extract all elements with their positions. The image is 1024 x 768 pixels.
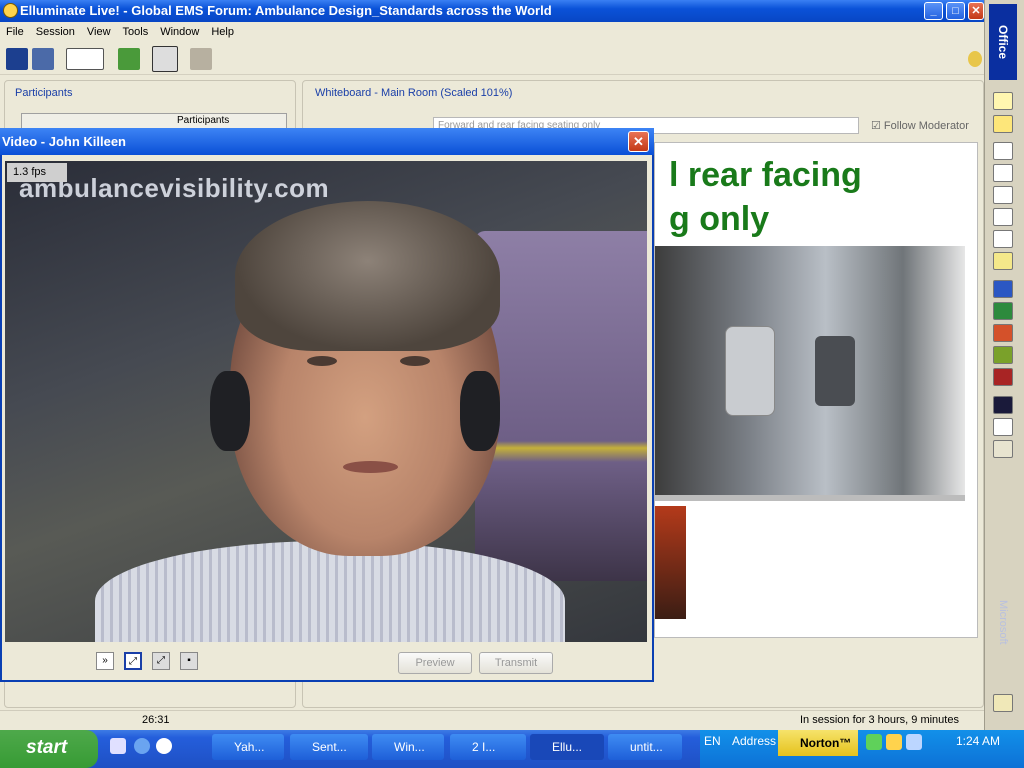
whiteboard-slide[interactable]: l rear facing g only xyxy=(654,142,978,638)
follow-moderator-label: Follow Moderator xyxy=(883,120,969,132)
preview-button[interactable]: Preview xyxy=(398,652,472,674)
headset-left-icon xyxy=(210,371,250,451)
fps-badge: 1.3 fps xyxy=(7,163,67,182)
bottom-calendar-icon[interactable] xyxy=(993,694,1013,712)
minimize-button[interactable]: _ xyxy=(924,2,943,20)
window-icon[interactable] xyxy=(993,418,1013,436)
status-bar: 26:31 In session for 3 hours, 9 minutes xyxy=(0,710,984,730)
print-icon[interactable] xyxy=(32,48,54,70)
norton-label: Norton™ xyxy=(800,736,852,750)
close-window-button[interactable]: ✕ xyxy=(968,2,984,20)
slide-title: l rear facing g only xyxy=(669,153,862,241)
taskbar: start Yah... Sent... Win... 2 I... Ellu.… xyxy=(0,730,1024,768)
menu-session[interactable]: Session xyxy=(30,22,81,42)
task-windows[interactable]: Win... xyxy=(372,734,444,760)
person-hair xyxy=(235,201,500,351)
mail-icon[interactable] xyxy=(993,142,1013,160)
elapsed-time: 26:31 xyxy=(142,714,170,726)
desktop-icon[interactable] xyxy=(993,396,1013,414)
task-yahoo[interactable]: Yah... xyxy=(212,734,284,760)
notes-icon[interactable] xyxy=(190,48,212,70)
save-icon[interactable] xyxy=(6,48,28,70)
menu-tools[interactable]: Tools xyxy=(117,22,155,42)
menu-file[interactable]: File xyxy=(0,22,30,42)
network-tray-icon[interactable] xyxy=(866,734,882,750)
start-button[interactable]: start xyxy=(0,730,98,768)
task-ie-group[interactable]: 2 I... xyxy=(450,734,526,760)
microsoft-label: Microsoft xyxy=(997,600,1009,645)
session-status: In session for 3 hours, 9 minutes xyxy=(800,714,959,726)
collapse-icon[interactable]: » xyxy=(96,652,114,670)
transmit-button[interactable]: Transmit xyxy=(479,652,553,674)
quicklaunch-app-icon[interactable] xyxy=(156,738,172,754)
slide-title-line-2: g only xyxy=(669,200,770,238)
whiteboard-label: Whiteboard - Main Room (Scaled 101%) xyxy=(315,87,513,99)
menu-window[interactable]: Window xyxy=(154,22,205,42)
toolbar xyxy=(0,43,984,75)
address-bar-label[interactable]: Address xyxy=(732,730,776,752)
participants-label: Participants xyxy=(15,87,73,99)
office-shortcut-bar: Office Microsoft xyxy=(984,0,1024,730)
security-tray-icon[interactable] xyxy=(886,734,902,750)
right-eye xyxy=(400,356,430,366)
clock[interactable]: 1:24 AM xyxy=(956,730,1000,752)
task-untitled[interactable]: untit... xyxy=(608,734,682,760)
menu-view[interactable]: View xyxy=(81,22,117,42)
follow-moderator-checkbox[interactable]: ☑ Follow Moderator xyxy=(871,119,969,132)
menu-help[interactable]: Help xyxy=(205,22,240,42)
task-elluminate[interactable]: Ellu... xyxy=(530,734,604,760)
refresh-icon[interactable] xyxy=(118,48,140,70)
system-tray: EN Address Norton™ 1:24 AM xyxy=(700,730,1024,768)
camera-icon[interactable]: ▪ xyxy=(180,652,198,670)
office-label: Office xyxy=(989,4,1017,80)
mouth xyxy=(343,461,398,473)
video-feed: ambulancevisibility.com 1.3 fps xyxy=(5,161,647,642)
video-title-bar[interactable]: Video - John Killeen xyxy=(0,128,654,155)
norton-button[interactable]: Norton™ xyxy=(778,730,858,756)
profile-icon[interactable] xyxy=(152,46,178,72)
quicklaunch-pen-icon[interactable] xyxy=(110,738,126,754)
office-new-doc-icon[interactable] xyxy=(993,92,1013,110)
lightbulb-icon[interactable] xyxy=(968,51,982,67)
participants-toolbar[interactable]: Participants xyxy=(21,113,287,129)
left-eye xyxy=(307,356,337,366)
close-icon[interactable]: ✕ xyxy=(628,131,649,152)
task-icon[interactable] xyxy=(993,186,1013,204)
window-title: Elluminate Live! - Global EMS Forum: Amb… xyxy=(20,3,552,18)
participants-tab-label: Participants xyxy=(177,115,230,126)
publisher-icon[interactable] xyxy=(993,346,1013,364)
maximize-button[interactable]: □ xyxy=(946,2,965,20)
journal-icon[interactable] xyxy=(993,230,1013,248)
calendar-icon[interactable] xyxy=(993,440,1013,458)
menu-bar: File Session View Tools Window Help xyxy=(0,22,984,42)
headset-right-icon xyxy=(460,371,500,451)
quicklaunch-ie-icon[interactable] xyxy=(134,738,150,754)
ambulance-interior-photo xyxy=(655,246,965,501)
layout-dropdown-icon[interactable] xyxy=(66,48,104,70)
title-bar[interactable]: Elluminate Live! - Global EMS Forum: Amb… xyxy=(0,0,984,22)
video-window[interactable]: Video - John Killeen ✕ ambulancevisibili… xyxy=(0,128,654,682)
contact-icon[interactable] xyxy=(993,208,1013,226)
task-sent[interactable]: Sent... xyxy=(290,734,368,760)
app-icon xyxy=(3,3,18,18)
note-icon[interactable] xyxy=(993,252,1013,270)
word-icon[interactable] xyxy=(993,280,1013,298)
excel-icon[interactable] xyxy=(993,302,1013,320)
slide-title-line-1: l rear facing xyxy=(669,156,862,194)
video-controls: » ⤢ ⤢ ▪ Preview Transmit xyxy=(2,644,652,680)
resize-icon[interactable]: ⤢ xyxy=(124,652,142,670)
external-window-icon[interactable]: ⤢ xyxy=(152,652,170,670)
video-title: Video - John Killeen xyxy=(2,134,127,149)
equipment-photo xyxy=(655,506,686,619)
ambulance-background xyxy=(475,231,647,581)
office-open-icon[interactable] xyxy=(993,115,1013,133)
powerpoint-icon[interactable] xyxy=(993,324,1013,342)
access-icon[interactable] xyxy=(993,368,1013,386)
display-tray-icon[interactable] xyxy=(906,734,922,750)
appointment-icon[interactable] xyxy=(993,164,1013,182)
language-indicator[interactable]: EN xyxy=(704,730,721,752)
